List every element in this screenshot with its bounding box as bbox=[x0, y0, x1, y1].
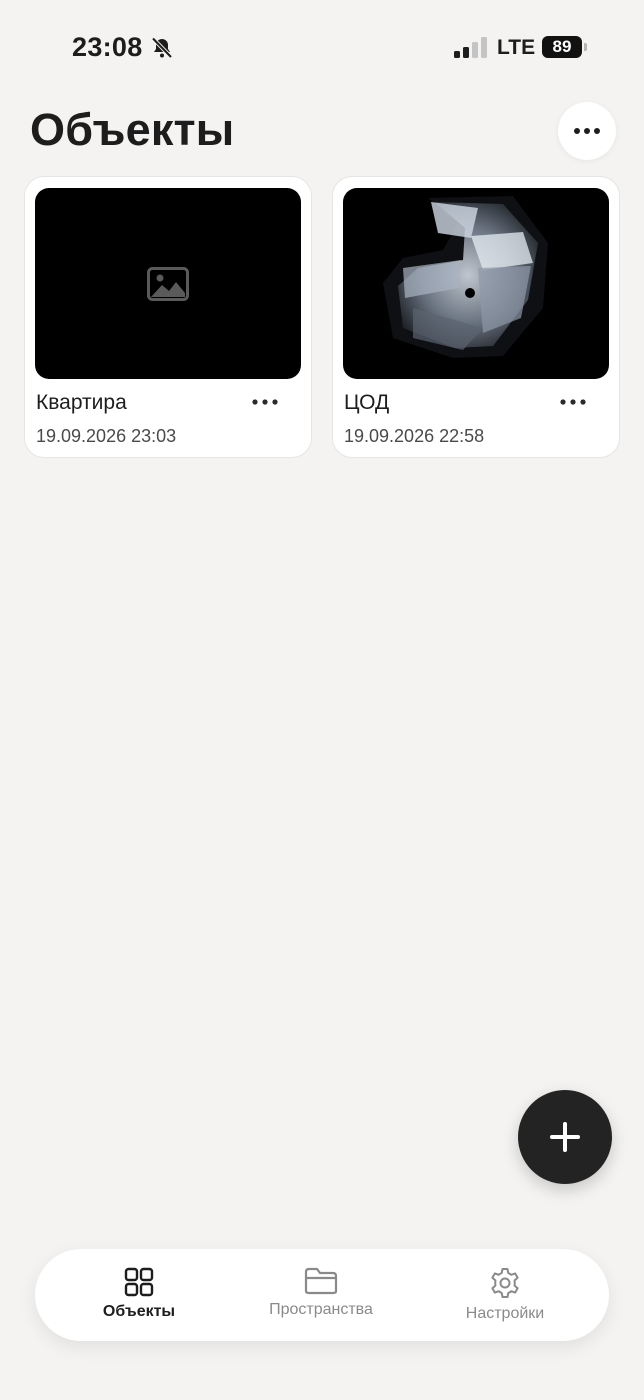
nav-item-objects[interactable]: Объекты bbox=[49, 1249, 229, 1341]
more-horizontal-icon bbox=[252, 399, 278, 405]
card-thumbnail[interactable] bbox=[343, 188, 609, 379]
nav-item-settings[interactable]: Настройки bbox=[415, 1249, 595, 1341]
add-object-button[interactable] bbox=[518, 1090, 612, 1184]
status-bar: 23:08 LTE 89 bbox=[0, 0, 644, 96]
nav-label: Настройки bbox=[465, 1305, 545, 1322]
card-more-button[interactable] bbox=[249, 390, 281, 414]
point-cloud-preview bbox=[383, 196, 548, 358]
nav-item-spaces[interactable]: Пространства bbox=[231, 1249, 411, 1341]
folder-icon bbox=[304, 1267, 338, 1295]
battery-cap bbox=[584, 43, 587, 51]
network-label: LTE bbox=[497, 36, 536, 59]
image-placeholder-icon bbox=[147, 266, 189, 301]
status-time: 23:08 bbox=[72, 32, 143, 62]
card-title: ЦОД bbox=[344, 391, 390, 414]
gear-icon bbox=[491, 1268, 519, 1298]
more-horizontal-icon bbox=[560, 399, 586, 405]
battery-indicator: 89 bbox=[542, 36, 588, 58]
card-date: 19.09.2026 23:03 bbox=[36, 426, 177, 446]
bottom-nav: Объекты Пространства Настройки bbox=[35, 1249, 609, 1341]
object-card[interactable]: Квартира 19.09.2026 23:03 bbox=[24, 176, 312, 458]
bell-slash-icon bbox=[150, 36, 174, 60]
battery-level: 89 bbox=[542, 36, 582, 58]
card-more-button[interactable] bbox=[557, 390, 589, 414]
header-more-button[interactable] bbox=[558, 102, 616, 160]
card-title: Квартира bbox=[36, 391, 127, 414]
card-date: 19.09.2026 22:58 bbox=[344, 426, 485, 446]
plus-icon bbox=[550, 1122, 580, 1152]
page-title: Объекты bbox=[30, 104, 235, 155]
more-horizontal-icon bbox=[574, 128, 600, 134]
card-thumbnail[interactable] bbox=[35, 188, 301, 379]
nav-label: Пространства bbox=[269, 1301, 373, 1318]
nav-label: Объекты bbox=[102, 1303, 176, 1320]
signal-icon bbox=[454, 37, 488, 59]
grid-icon bbox=[124, 1267, 154, 1297]
object-card[interactable]: ЦОД 19.09.2026 22:58 bbox=[332, 176, 620, 458]
